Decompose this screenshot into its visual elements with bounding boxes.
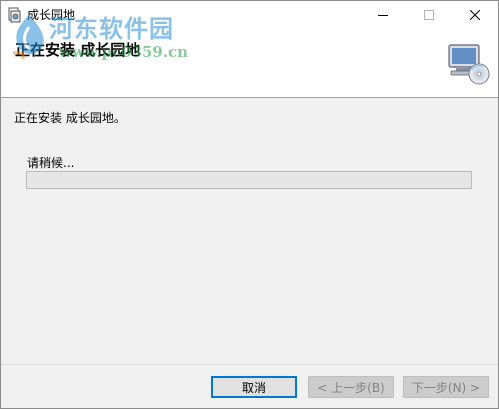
banner-title: 正在安装 成长园地 [15,41,141,59]
computer-cd-icon [448,44,490,85]
installer-window: 成长园地 正在安装 成长园地 河东软件园 www.pc0359.cn 正在安装 … [0,0,499,409]
minimize-button[interactable] [360,1,406,29]
maximize-icon [424,10,434,20]
minimize-icon [378,15,388,16]
cancel-button[interactable]: 取消 [211,376,297,398]
wait-label: 请稍候... [27,156,75,170]
footer-divider [1,364,498,365]
header-banner: 正在安装 成长园地 [1,29,498,98]
title-bar[interactable]: 成长园地 [1,1,498,29]
status-text: 正在安装 成长园地。 [14,111,126,125]
next-button[interactable]: 下一步(N) > [403,376,489,398]
close-button[interactable] [452,1,498,29]
installer-app-icon [8,7,21,23]
close-icon [470,10,480,20]
progress-bar [26,171,472,189]
back-button[interactable]: < 上一步(B) [308,376,394,398]
window-title: 成长园地 [27,8,76,22]
maximize-button[interactable] [406,1,452,29]
